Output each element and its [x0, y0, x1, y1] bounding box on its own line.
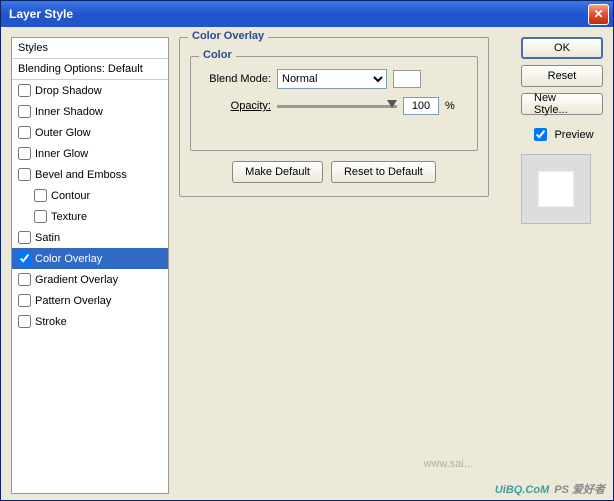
color-overlay-group: Color Overlay Color Blend Mode: Normal O…	[179, 37, 489, 197]
style-label: Bevel and Emboss	[35, 169, 127, 181]
styles-panel: Styles Blending Options: Default Drop Sh…	[11, 37, 169, 494]
style-checkbox[interactable]	[18, 147, 31, 160]
close-button[interactable]: ✕	[588, 4, 609, 25]
blending-options-row[interactable]: Blending Options: Default	[12, 59, 168, 80]
style-checkbox[interactable]	[18, 126, 31, 139]
style-item-contour[interactable]: Contour	[12, 185, 168, 206]
main-panel: Color Overlay Color Blend Mode: Normal O…	[179, 37, 511, 494]
style-item-bevel-and-emboss[interactable]: Bevel and Emboss	[12, 164, 168, 185]
style-checkbox[interactable]	[18, 315, 31, 328]
style-item-pattern-overlay[interactable]: Pattern Overlay	[12, 290, 168, 311]
style-item-stroke[interactable]: Stroke	[12, 311, 168, 332]
titlebar: Layer Style ✕	[1, 1, 613, 27]
style-item-satin[interactable]: Satin	[12, 227, 168, 248]
group-title: Color Overlay	[188, 30, 268, 42]
opacity-slider[interactable]	[277, 105, 397, 108]
style-item-drop-shadow[interactable]: Drop Shadow	[12, 80, 168, 101]
color-swatch[interactable]	[393, 70, 421, 88]
preview-row: Preview	[521, 125, 603, 144]
style-item-gradient-overlay[interactable]: Gradient Overlay	[12, 269, 168, 290]
make-default-button[interactable]: Make Default	[232, 161, 323, 183]
new-style-button[interactable]: New Style...	[521, 93, 603, 115]
style-label: Texture	[51, 211, 87, 223]
style-checkbox[interactable]	[18, 105, 31, 118]
style-label: Gradient Overlay	[35, 274, 118, 286]
preview-checkbox[interactable]	[534, 128, 547, 141]
opacity-label: Opacity:	[201, 100, 271, 112]
reset-to-default-button[interactable]: Reset to Default	[331, 161, 436, 183]
opacity-unit: %	[445, 100, 455, 112]
style-label: Inner Glow	[35, 148, 88, 160]
style-checkbox[interactable]	[34, 189, 47, 202]
opacity-row: Opacity: %	[201, 97, 467, 115]
preview-label: Preview	[554, 129, 593, 141]
styles-header[interactable]: Styles	[12, 38, 168, 59]
preview-box	[521, 154, 591, 224]
preview-swatch	[538, 171, 574, 207]
blend-mode-row: Blend Mode: Normal	[201, 69, 467, 89]
style-label: Inner Shadow	[35, 106, 103, 118]
layer-style-window: Layer Style ✕ Styles Blending Options: D…	[0, 0, 614, 501]
color-group-title: Color	[199, 49, 236, 61]
styles-list: Drop Shadow Inner Shadow Outer Glow Inner G…	[12, 80, 168, 332]
style-label: Pattern Overlay	[35, 295, 111, 307]
dialog-body: Styles Blending Options: Default Drop Sh…	[1, 27, 613, 500]
blend-mode-select[interactable]: Normal	[277, 69, 387, 89]
style-checkbox[interactable]	[18, 168, 31, 181]
style-checkbox[interactable]	[18, 84, 31, 97]
style-checkbox[interactable]	[18, 294, 31, 307]
style-item-color-overlay[interactable]: Color Overlay	[12, 248, 168, 269]
color-group: Color Blend Mode: Normal Opacity:	[190, 56, 478, 151]
style-label: Color Overlay	[35, 253, 102, 265]
reset-button[interactable]: Reset	[521, 65, 603, 87]
style-item-outer-glow[interactable]: Outer Glow	[12, 122, 168, 143]
style-label: Satin	[35, 232, 60, 244]
style-item-texture[interactable]: Texture	[12, 206, 168, 227]
style-checkbox[interactable]	[18, 231, 31, 244]
default-buttons-row: Make Default Reset to Default	[190, 161, 478, 183]
style-checkbox[interactable]	[34, 210, 47, 223]
blend-mode-label: Blend Mode:	[201, 73, 271, 85]
opacity-input[interactable]	[403, 97, 439, 115]
style-item-inner-shadow[interactable]: Inner Shadow	[12, 101, 168, 122]
ok-button[interactable]: OK	[521, 37, 603, 59]
style-checkbox[interactable]	[18, 273, 31, 286]
slider-thumb-icon[interactable]	[387, 100, 397, 108]
style-item-inner-glow[interactable]: Inner Glow	[12, 143, 168, 164]
style-label: Outer Glow	[35, 127, 91, 139]
style-label: Contour	[51, 190, 90, 202]
right-panel: OK Reset New Style... Preview	[521, 37, 603, 494]
style-label: Drop Shadow	[35, 85, 102, 97]
style-label: Stroke	[35, 316, 67, 328]
style-checkbox[interactable]	[18, 252, 31, 265]
window-title: Layer Style	[5, 7, 588, 21]
